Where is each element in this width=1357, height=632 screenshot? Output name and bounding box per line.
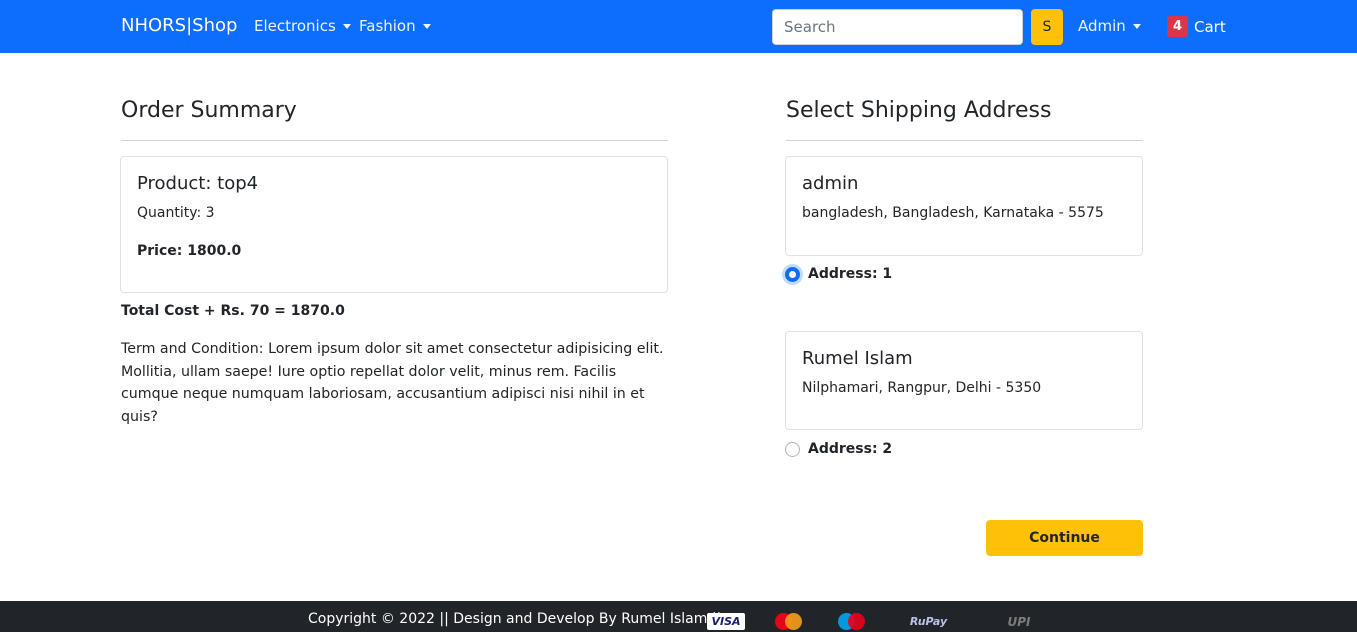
search-button[interactable]: S	[1031, 9, 1063, 45]
radio-button-selected[interactable]	[785, 266, 800, 282]
address-name: Rumel Islam	[802, 348, 913, 369]
nav-menu-fashion-label: Fashion	[359, 17, 416, 35]
shipping-address-heading: Select Shipping Address	[786, 98, 1052, 123]
rupay-logo: RuPay	[897, 613, 960, 630]
radio-button[interactable]	[785, 441, 800, 457]
nav-menu-fashion[interactable]: Fashion	[359, 17, 431, 35]
address-card-1: admin bangladesh, Bangladesh, Karnataka …	[785, 156, 1143, 256]
shipping-address-divider	[786, 140, 1143, 141]
address-radio-label: Address: 2	[808, 441, 893, 457]
visa-logo-text: VISA	[711, 615, 741, 628]
maestro-red-circle	[847, 613, 865, 630]
mastercard-logo	[767, 613, 809, 630]
order-summary-divider	[121, 140, 668, 141]
cart-link[interactable]: 4 Cart	[1167, 16, 1226, 37]
order-item-card: Product: top4 Quantity: 3 Price: 1800.0	[120, 156, 668, 293]
user-menu-admin[interactable]: Admin	[1078, 17, 1141, 35]
address-radio-2[interactable]: Address: 2	[785, 441, 892, 457]
upi-logo: UPI	[991, 613, 1047, 630]
product-title: Product: top4	[137, 173, 259, 194]
page-footer: Copyright © 2022 || Design and Develop B…	[0, 601, 1357, 632]
caret-down-icon	[422, 24, 431, 29]
address-radio-label: Address: 1	[808, 266, 893, 282]
address-name: admin	[802, 173, 859, 194]
continue-button[interactable]: Continue	[986, 520, 1143, 556]
product-quantity: Quantity: 3	[137, 205, 215, 221]
maestro-logo	[832, 613, 870, 630]
nav-menu-electronics[interactable]: Electronics	[254, 17, 351, 35]
rupay-logo-text: RuPay	[909, 615, 948, 628]
visa-logo: VISA	[707, 613, 745, 630]
product-price: Price: 1800.0	[137, 243, 242, 259]
address-text: bangladesh, Bangladesh, Karnataka - 5575	[802, 205, 1104, 221]
caret-down-icon	[1132, 24, 1141, 29]
terms-and-conditions: Term and Condition: Lorem ipsum dolor si…	[121, 341, 664, 425]
upi-logo-text: UPI	[1007, 614, 1031, 629]
address-text: Nilphamari, Rangpur, Delhi - 5350	[802, 380, 1042, 396]
brand-logo[interactable]: NHORS|Shop	[121, 15, 237, 36]
caret-down-icon	[342, 24, 351, 29]
total-cost: Total Cost + Rs. 70 = 1870.0	[121, 303, 345, 319]
order-summary-heading: Order Summary	[121, 98, 297, 123]
cart-label: Cart	[1194, 17, 1226, 36]
cart-count-badge: 4	[1167, 16, 1188, 37]
search-input[interactable]	[772, 9, 1023, 45]
copyright-text: Copyright © 2022 || Design and Develop B…	[308, 611, 722, 627]
user-menu-label: Admin	[1078, 17, 1126, 35]
top-navbar: NHORS|Shop Electronics Fashion S Admin 4…	[0, 0, 1357, 53]
address-card-2: Rumel Islam Nilphamari, Rangpur, Delhi -…	[785, 331, 1143, 430]
mastercard-orange-circle	[784, 613, 802, 630]
nav-menu-electronics-label: Electronics	[254, 17, 336, 35]
address-radio-1[interactable]: Address: 1	[785, 266, 892, 282]
